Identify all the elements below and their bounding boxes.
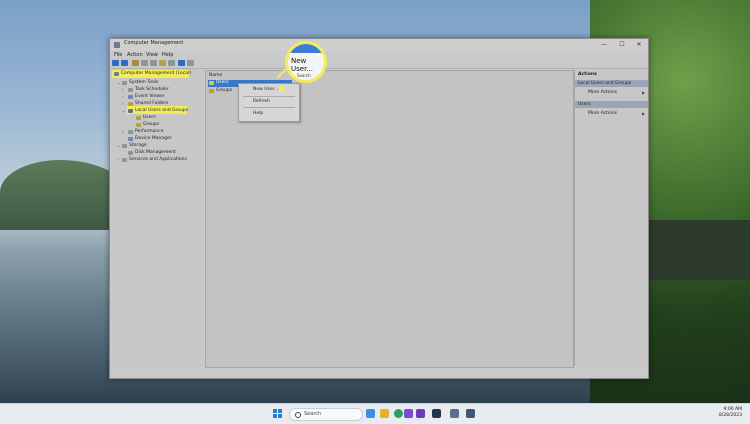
file-explorer-icon[interactable]: [380, 409, 389, 418]
tree-item-local-users-groups[interactable]: Local Users and Groups: [135, 108, 188, 113]
context-menu-new-user[interactable]: New User...: [253, 87, 278, 92]
taskbar-search-placeholder: Search: [304, 411, 322, 417]
app-icon[interactable]: [450, 409, 459, 418]
tools-icon: [122, 81, 127, 85]
context-menu-help[interactable]: Help: [253, 111, 263, 116]
tree-item-groups[interactable]: Groups: [143, 122, 159, 127]
folder-icon: [209, 89, 214, 93]
tree-item-device-manager[interactable]: Device Manager: [135, 136, 172, 141]
performance-icon: [128, 130, 133, 134]
title-bar[interactable]: Computer Management — ☐ ✕: [110, 39, 648, 51]
triangle-right-icon: ▶: [642, 90, 646, 95]
actions-section-local-users[interactable]: Local Users and Groups: [578, 81, 631, 86]
computer-management-taskbar-icon[interactable]: [466, 409, 475, 418]
magnifier-callout: New User... Search: [285, 41, 327, 83]
expand-arrow-icon[interactable]: ›: [122, 129, 124, 134]
menu-file[interactable]: File: [114, 52, 122, 58]
expand-arrow-icon[interactable]: ›: [122, 101, 124, 106]
collapse-arrow-icon[interactable]: ⌄: [122, 108, 125, 113]
taskbar: Search 9:00 AM 8/28/2023: [0, 403, 750, 424]
close-button[interactable]: ✕: [633, 40, 645, 50]
toolbar: [110, 59, 648, 69]
services-icon: [122, 158, 127, 162]
tree-item-performance[interactable]: Performance: [135, 129, 164, 134]
action-pane-icon[interactable]: [187, 60, 194, 66]
computer-management-window: Computer Management — ☐ ✕ File Action Vi…: [109, 38, 649, 379]
actions-section-users[interactable]: Users: [578, 102, 591, 107]
computer-management-icon: [114, 42, 120, 48]
expand-arrow-icon[interactable]: ›: [122, 94, 124, 99]
folder-icon: [136, 123, 141, 127]
tree-item-storage[interactable]: Storage: [129, 143, 147, 148]
clock-date: 8/28/2023: [718, 413, 742, 418]
callout-pointer-dot: [279, 86, 285, 92]
tree-item-system-tools[interactable]: System Tools: [129, 80, 158, 85]
disk-icon: [128, 151, 133, 155]
list-item-users[interactable]: Users: [216, 80, 229, 85]
context-menu-refresh[interactable]: Refresh: [253, 99, 270, 104]
wallpaper-shore: [640, 220, 750, 280]
actions-header: Actions: [578, 72, 597, 77]
tree-item-users[interactable]: Users: [143, 115, 156, 120]
more-actions-link[interactable]: More Actions: [588, 111, 617, 116]
expand-arrow-icon[interactable]: ›: [117, 157, 119, 162]
menu-view[interactable]: View: [146, 52, 158, 58]
system-clock[interactable]: 9:00 AM 8/28/2023: [719, 407, 742, 419]
device-manager-icon: [128, 137, 133, 141]
show-hide-tree-icon[interactable]: [141, 60, 148, 66]
photoshop-icon[interactable]: [432, 409, 441, 418]
refresh-icon[interactable]: [150, 60, 157, 66]
clock-icon: [128, 88, 133, 92]
callout-label: New User...: [291, 57, 313, 73]
users-group-icon: [128, 109, 133, 113]
tree-item-disk-management[interactable]: Disk Management: [135, 150, 176, 155]
tree-item-task-scheduler[interactable]: Task Scheduler: [135, 87, 169, 92]
more-actions-link[interactable]: More Actions: [588, 90, 617, 95]
context-menu: New User... Refresh Help: [238, 83, 300, 122]
menu-help[interactable]: Help: [162, 52, 173, 58]
forward-arrow-icon[interactable]: [121, 60, 128, 66]
properties-icon[interactable]: [168, 60, 175, 66]
search-icon: [295, 412, 301, 418]
menu-separator: [243, 107, 295, 108]
event-viewer-icon: [128, 95, 133, 99]
chrome-icon[interactable]: [394, 409, 403, 418]
folder-icon: [136, 116, 141, 120]
window-title: Computer Management: [124, 40, 184, 46]
expand-arrow-icon[interactable]: ›: [122, 87, 124, 92]
callout-selection-band: [288, 44, 324, 53]
taskbar-search-box[interactable]: Search: [289, 408, 363, 421]
maximize-button[interactable]: ☐: [616, 40, 628, 50]
navigation-tree: Computer Management (Local) ⌄ System Too…: [112, 70, 203, 366]
menu-bar: File Action View Help: [110, 51, 648, 59]
tree-item-root[interactable]: Computer Management (Local): [121, 71, 191, 76]
actions-pane: Actions Local Users and Groups More Acti…: [574, 70, 648, 366]
copilot-icon[interactable]: [366, 409, 375, 418]
collapse-arrow-icon[interactable]: ⌄: [117, 143, 120, 148]
windows-start-icon[interactable]: [273, 409, 282, 418]
tree-item-services-apps[interactable]: Services and Applications: [129, 157, 187, 162]
menu-separator: [243, 96, 295, 97]
storage-icon: [122, 144, 127, 148]
column-header-name[interactable]: Name: [209, 73, 222, 78]
back-arrow-icon[interactable]: [112, 60, 119, 66]
folder-icon: [209, 81, 214, 85]
callout-sub-label: Search: [297, 73, 311, 78]
onenote-icon[interactable]: [416, 409, 425, 418]
menu-action[interactable]: Action: [127, 52, 143, 58]
folder-up-icon[interactable]: [132, 60, 139, 66]
visual-studio-icon[interactable]: [404, 409, 413, 418]
collapse-arrow-icon[interactable]: ⌄: [117, 80, 120, 85]
list-item-groups[interactable]: Groups: [216, 88, 232, 93]
tree-item-event-viewer[interactable]: Event Viewer: [135, 94, 165, 99]
minimize-button[interactable]: —: [598, 40, 610, 50]
triangle-right-icon: ▶: [642, 111, 646, 116]
export-list-icon[interactable]: [159, 60, 166, 66]
computer-icon: [114, 72, 119, 76]
help-icon[interactable]: [178, 60, 185, 66]
